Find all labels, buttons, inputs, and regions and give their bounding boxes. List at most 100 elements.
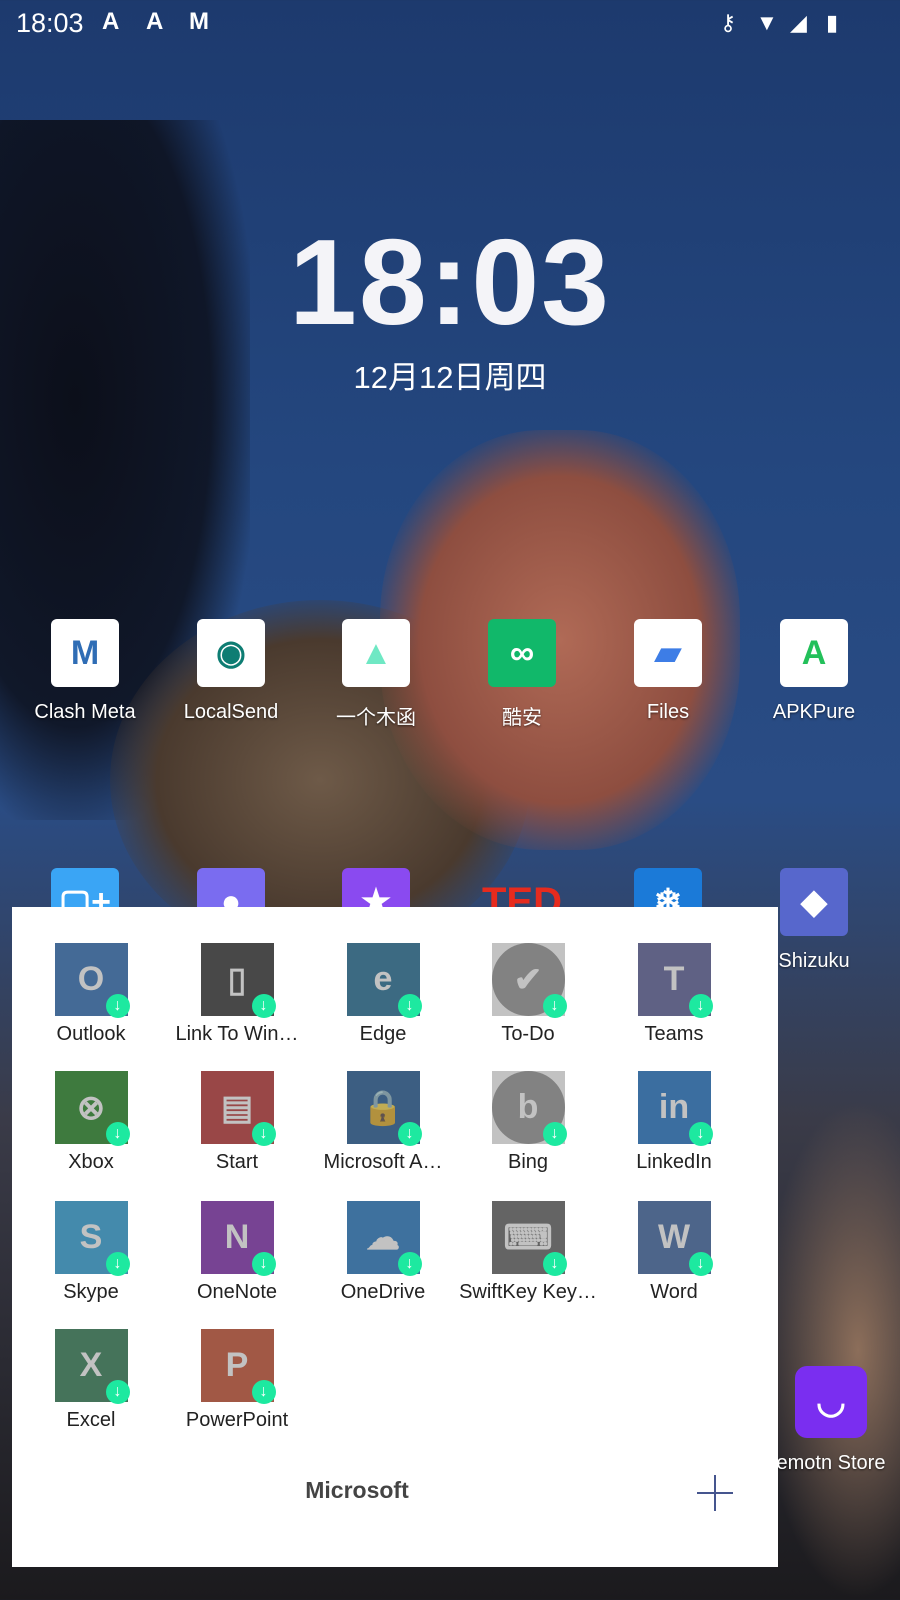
app-label: LinkedIn [636, 1151, 712, 1173]
app-icon: ☁ ↓ [346, 1201, 422, 1276]
app-icon: T ↓ [637, 943, 713, 1018]
folder-app[interactable]: ⌨ ↓ SwiftKey Key… [455, 1201, 601, 1304]
download-badge-icon: ↓ [251, 1252, 276, 1276]
app-label: Bing [507, 1151, 549, 1173]
app-label: Edge [359, 1023, 407, 1045]
folder-app[interactable]: b ↓ Bing [455, 1071, 601, 1174]
app-label: To-Do [501, 1023, 555, 1045]
app-icon: e ↓ [346, 943, 422, 1018]
download-badge-icon: ↓ [688, 994, 713, 1018]
app-label: Start [215, 1151, 259, 1173]
folder-app[interactable]: S ↓ Skype [18, 1201, 164, 1304]
app-icon: ⊗ ↓ [54, 1071, 130, 1146]
app-icon: b ↓ [491, 1071, 567, 1146]
app-icon: ◉ [197, 619, 265, 687]
download-badge-icon: ↓ [251, 1380, 276, 1404]
folder-app[interactable]: T ↓ Teams [601, 943, 747, 1046]
app-label: OneNote [196, 1281, 278, 1303]
download-badge-icon: ↓ [542, 994, 567, 1018]
folder-app[interactable]: 🔒 ↓ Microsoft A… [310, 1071, 456, 1174]
folder-app[interactable]: O ↓ Outlook [18, 943, 164, 1046]
app-label: 酷安 [502, 707, 542, 729]
app-label: Outlook [56, 1023, 126, 1045]
app-label: PowerPoint [185, 1409, 289, 1431]
app-label: Link To Win… [175, 1023, 299, 1045]
status-bar: 18:03 A A M ⚷ ▼ ◢ ▮ [0, 0, 900, 48]
download-badge-icon: ↓ [688, 1122, 713, 1146]
download-badge-icon: ↓ [251, 1122, 276, 1146]
app-label: Files [646, 701, 690, 723]
app-label: LocalSend [183, 701, 279, 723]
app-label: Word [650, 1281, 698, 1303]
app-icon: in ↓ [637, 1071, 713, 1146]
download-badge-icon: ↓ [542, 1252, 567, 1276]
app-label: emotn Store [776, 1452, 886, 1474]
wifi-icon: ▼ [756, 10, 778, 35]
app-label: Clash Meta [34, 701, 136, 723]
app-label: APKPure [772, 701, 856, 723]
clash-meta-notification-icon: M [189, 8, 209, 35]
download-badge-icon: ↓ [105, 994, 130, 1018]
app-icon: ▯ ↓ [200, 943, 276, 1018]
app-label: 一个木函 [336, 707, 416, 729]
app-icon: 🔒 ↓ [346, 1071, 422, 1146]
add-app-button[interactable] [695, 1473, 735, 1513]
folder-app[interactable]: ▯ ↓ Link To Win… [164, 943, 310, 1046]
download-badge-icon: ↓ [397, 1252, 422, 1276]
app-icon: N ↓ [200, 1201, 276, 1276]
status-time: 18:03 [16, 8, 84, 38]
folder-app[interactable]: in ↓ LinkedIn [601, 1071, 747, 1174]
folder-popup: O ↓ Outlook ▯ ↓ Link To Win… e ↓ Edge ✔ … [12, 907, 778, 1567]
folder-app[interactable]: ▤ ↓ Start [164, 1071, 310, 1174]
home-app[interactable]: ∞ 酷安 [449, 619, 595, 730]
emotn-store-icon: ◡ [795, 1366, 867, 1438]
folder-app[interactable]: ✔ ↓ To-Do [455, 943, 601, 1046]
folder-app[interactable]: W ↓ Word [601, 1201, 747, 1304]
folder-app[interactable]: P ↓ PowerPoint [164, 1329, 310, 1432]
vpn-key-icon: ⚷ [720, 10, 737, 35]
battery-charging-icon: ▮ [826, 10, 839, 35]
download-badge-icon: ↓ [105, 1380, 130, 1404]
app-label: Skype [63, 1281, 119, 1303]
app-icon: ▰ [634, 619, 702, 687]
folder-app[interactable]: e ↓ Edge [310, 943, 456, 1046]
app-label: OneDrive [340, 1281, 426, 1303]
app-icon: X ↓ [54, 1329, 130, 1404]
apkpure-notification-icon: A [102, 8, 120, 35]
app-icon: ◆ [780, 868, 848, 936]
home-clock[interactable]: 18:03 [0, 212, 900, 352]
signal-icon: ◢ [790, 10, 807, 35]
wallpaper-right [760, 1100, 900, 1600]
app-icon: ▤ ↓ [200, 1071, 276, 1146]
app-label: Excel [66, 1409, 116, 1431]
app-icon: M [51, 619, 119, 687]
app-icon: O ↓ [54, 943, 130, 1018]
download-badge-icon: ↓ [251, 994, 276, 1018]
app-icon: A [780, 619, 848, 687]
home-app-emotn-store[interactable]: ◡ emotn Store [758, 1366, 900, 1475]
home-date[interactable]: 12月12日周四 [0, 352, 900, 397]
download-badge-icon: ↓ [397, 1122, 422, 1146]
app-icon: S ↓ [54, 1201, 130, 1276]
app-icon: ⌨ ↓ [491, 1201, 567, 1276]
home-app[interactable]: A APKPure [741, 619, 887, 724]
apkpure-notification-icon: A [146, 8, 164, 35]
folder-app[interactable]: ⊗ ↓ Xbox [18, 1071, 164, 1174]
folder-app[interactable]: ☁ ↓ OneDrive [310, 1201, 456, 1304]
home-app[interactable]: ▲ 一个木函 [303, 619, 449, 730]
app-icon: W ↓ [637, 1201, 713, 1276]
app-label: Teams [644, 1023, 704, 1045]
download-badge-icon: ↓ [397, 994, 422, 1018]
home-app[interactable]: M Clash Meta [12, 619, 158, 724]
app-label: Microsoft A… [323, 1151, 443, 1173]
app-icon: P ↓ [200, 1329, 276, 1404]
app-icon: ∞ [488, 619, 556, 687]
home-app[interactable]: ▰ Files [595, 619, 741, 724]
download-badge-icon: ↓ [542, 1122, 567, 1146]
app-label: Xbox [68, 1151, 114, 1173]
folder-name[interactable]: Microsoft [12, 1477, 702, 1504]
folder-app[interactable]: N ↓ OneNote [164, 1201, 310, 1304]
download-badge-icon: ↓ [688, 1252, 713, 1276]
home-app[interactable]: ◉ LocalSend [158, 619, 304, 724]
folder-app[interactable]: X ↓ Excel [18, 1329, 164, 1432]
